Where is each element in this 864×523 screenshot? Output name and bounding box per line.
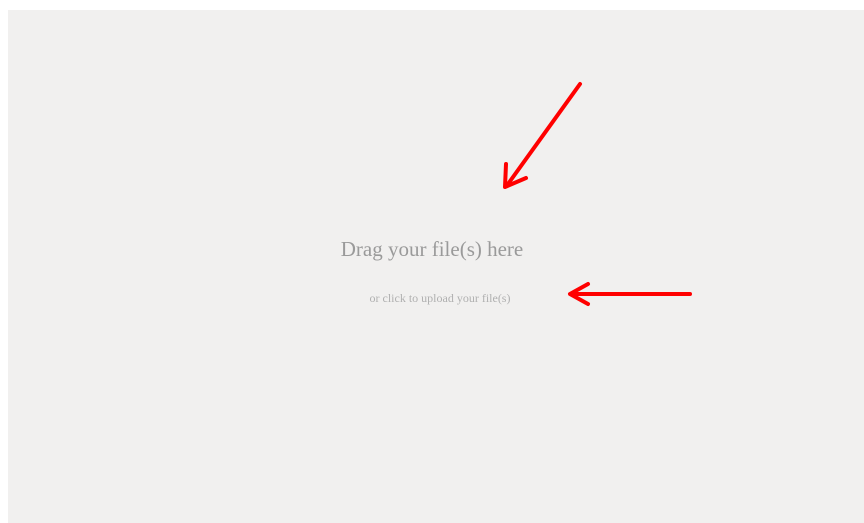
dropzone-title: Drag your file(s) here bbox=[340, 237, 524, 261]
upload-link[interactable]: or click to upload your file(s) bbox=[0, 290, 864, 306]
file-dropzone[interactable] bbox=[8, 10, 864, 523]
